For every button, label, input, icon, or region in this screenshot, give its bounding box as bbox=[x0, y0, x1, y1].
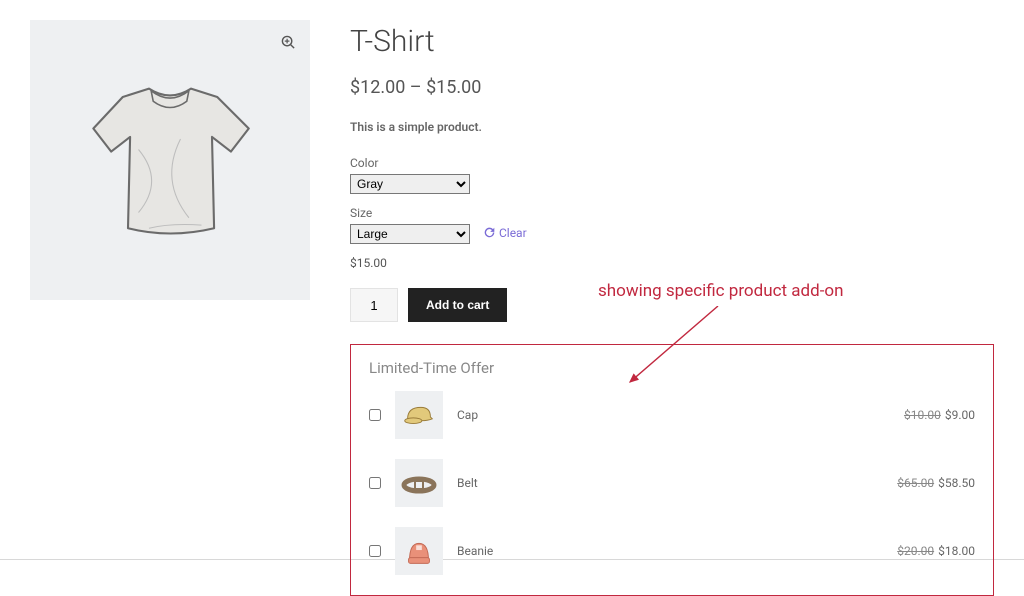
product-title: T-Shirt bbox=[350, 24, 994, 59]
size-label: Size bbox=[350, 206, 994, 220]
offer-heading: Limited-Time Offer bbox=[369, 359, 975, 377]
offer-price: $65.00$58.50 bbox=[897, 476, 975, 490]
size-select[interactable]: Large bbox=[350, 224, 470, 244]
product-summary: T-Shirt $12.00 – $15.00 This is a simple… bbox=[350, 20, 994, 559]
refresh-icon bbox=[484, 227, 495, 238]
offer-thumb[interactable] bbox=[395, 459, 443, 507]
variation-size-row: Size Large Clear bbox=[350, 206, 994, 244]
limited-offer-box: Limited-Time Offer Cap $10.00$9.00 Belt $65… bbox=[350, 344, 994, 596]
product-gallery bbox=[30, 20, 310, 559]
offer-price: $10.00$9.00 bbox=[904, 408, 975, 422]
offer-price: $20.00$18.00 bbox=[897, 544, 975, 558]
clear-text: Clear bbox=[499, 226, 527, 240]
offer-item: Belt $65.00$58.50 bbox=[369, 459, 975, 507]
offer-checkbox[interactable] bbox=[369, 545, 381, 557]
add-to-cart-row: Add to cart bbox=[350, 288, 994, 322]
clear-link[interactable]: Clear bbox=[484, 226, 527, 240]
offer-item: Beanie $20.00$18.00 bbox=[369, 527, 975, 575]
product-image[interactable] bbox=[30, 20, 310, 300]
zoom-icon[interactable] bbox=[276, 30, 300, 54]
offer-thumb[interactable] bbox=[395, 527, 443, 575]
offer-checkbox[interactable] bbox=[369, 477, 381, 489]
offer-item: Cap $10.00$9.00 bbox=[369, 391, 975, 439]
color-select[interactable]: Gray bbox=[350, 174, 470, 194]
color-label: Color bbox=[350, 156, 994, 170]
offer-checkbox[interactable] bbox=[369, 409, 381, 421]
offer-name: Belt bbox=[457, 476, 478, 490]
tshirt-illustration bbox=[65, 55, 275, 265]
variation-price: $15.00 bbox=[350, 256, 994, 270]
price-range: $12.00 – $15.00 bbox=[350, 77, 994, 98]
quantity-input[interactable] bbox=[350, 288, 398, 322]
variation-color-row: Color Gray bbox=[350, 156, 994, 194]
add-to-cart-button[interactable]: Add to cart bbox=[408, 288, 507, 322]
offer-thumb[interactable] bbox=[395, 391, 443, 439]
short-description: This is a simple product. bbox=[350, 120, 994, 134]
offer-name: Cap bbox=[457, 408, 478, 422]
offer-name: Beanie bbox=[457, 544, 493, 558]
